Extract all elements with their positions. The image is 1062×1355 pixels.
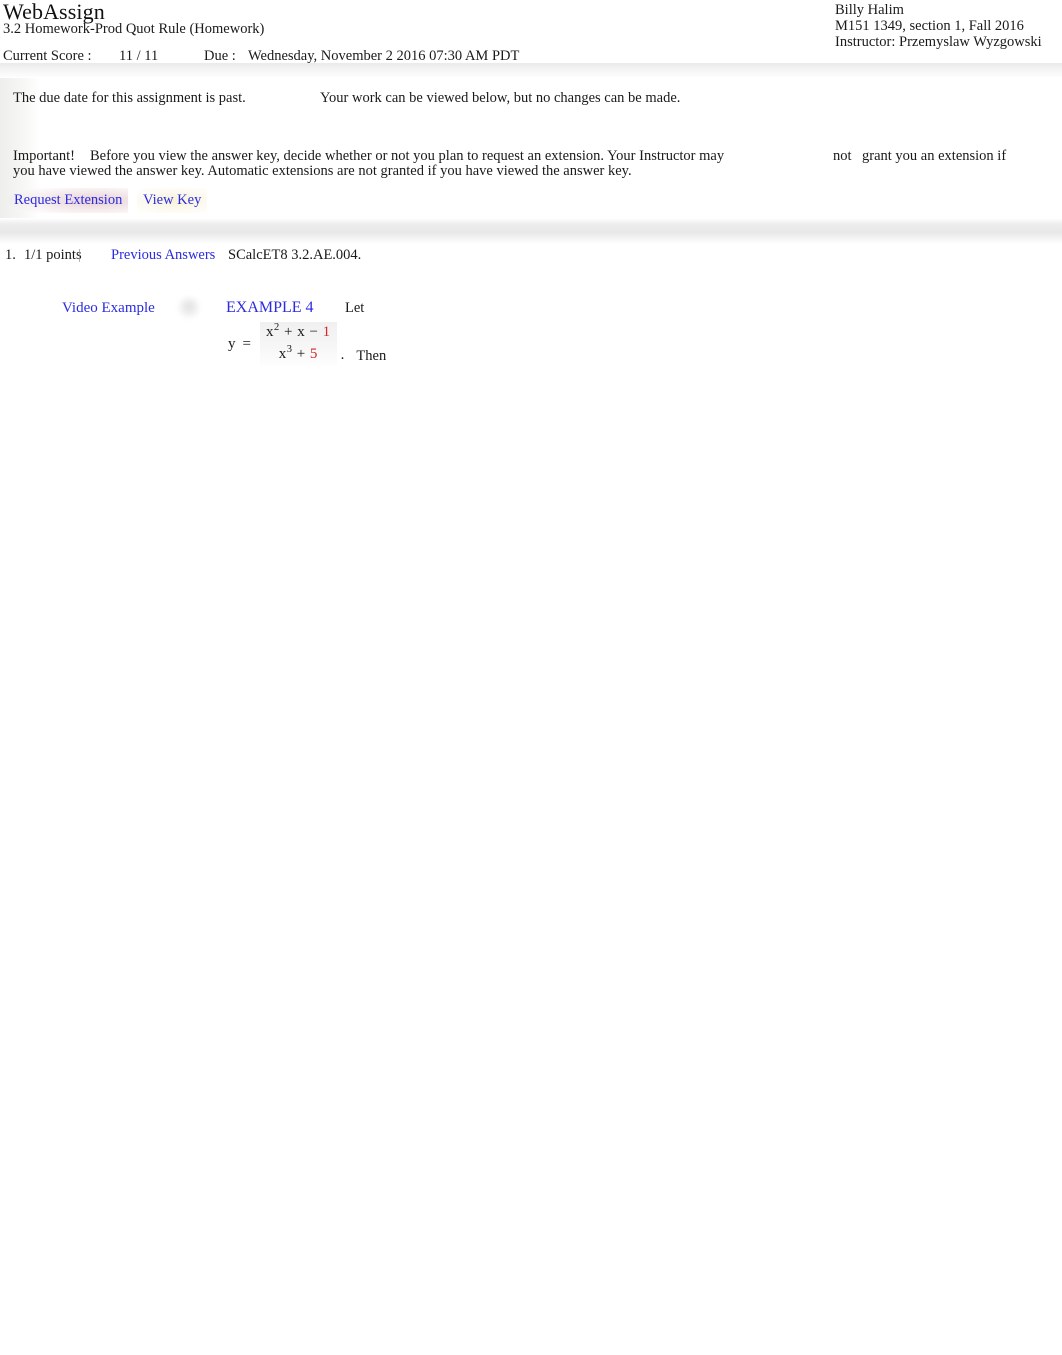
video-play-icon[interactable] bbox=[178, 297, 200, 319]
denominator-exponent: 3 bbox=[286, 344, 293, 355]
request-extension-button[interactable]: Request Extension bbox=[8, 188, 129, 213]
example-let-text: Let bbox=[345, 300, 365, 316]
question-header-row: 1. 1/1 points | Previous Answers SCalcET… bbox=[0, 245, 1062, 267]
example-then-text: Then bbox=[356, 348, 387, 364]
notice-important-text-part-b: grant you an extension if bbox=[862, 148, 1007, 164]
notice-important-not-emphasis: not bbox=[833, 148, 852, 164]
question-points: 1/1 points bbox=[24, 247, 82, 263]
equation-equals-sign: = bbox=[242, 336, 251, 352]
equation-denominator: x3 + 5 bbox=[279, 343, 318, 364]
video-example-link[interactable]: Video Example bbox=[62, 298, 155, 318]
notice-important-text-line2: you have viewed the answer key. Automati… bbox=[13, 163, 632, 179]
equation-numerator: x2 + x − 1 bbox=[265, 322, 331, 343]
question-number: 1. bbox=[5, 247, 16, 263]
numerator-exponent: 2 bbox=[273, 322, 280, 333]
denominator-constant: 5 bbox=[309, 346, 318, 362]
numerator-constant: 1 bbox=[322, 324, 331, 340]
student-name: Billy Halim bbox=[835, 2, 904, 18]
example-heading: EXAMPLE 4 bbox=[226, 299, 314, 316]
example-content-block: Video Example EXAMPLE 4 Let y = x2 + x −… bbox=[0, 292, 700, 382]
notice-view-only-text: Your work can be viewed below, but no ch… bbox=[320, 90, 681, 106]
question-separator: | bbox=[78, 247, 81, 263]
view-key-button[interactable]: View Key bbox=[137, 188, 208, 213]
previous-answers-link[interactable]: Previous Answers bbox=[111, 245, 215, 265]
assignment-title: 3.2 Homework-Prod Quot Rule (Homework) bbox=[3, 21, 265, 37]
notice-past-due-text: The due date for this assignment is past… bbox=[13, 90, 246, 106]
numerator-base-term: x bbox=[265, 324, 274, 340]
denominator-base-term: x bbox=[278, 346, 287, 362]
student-info-block: Billy Halim M151 1349, section 1, Fall 2… bbox=[835, 2, 1042, 51]
assignment-action-bar: Request Extension View Key bbox=[0, 185, 400, 219]
numerator-operator-2: − bbox=[309, 324, 319, 340]
equation-fraction: x2 + x − 1 x3 + 5 bbox=[259, 322, 337, 366]
equation-trailing-period: . bbox=[340, 347, 345, 363]
equation-display: y = x2 + x − 1 x3 + 5 . Then bbox=[228, 320, 386, 368]
numerator-second-term: x bbox=[297, 324, 306, 340]
question-bank-code: SCalcET8 3.2.AE.004. bbox=[228, 247, 362, 263]
numerator-operator-1: + bbox=[283, 324, 293, 340]
header-divider bbox=[0, 63, 1062, 77]
denominator-operator: + bbox=[296, 346, 306, 362]
section-divider bbox=[0, 218, 1062, 244]
course-section: M151 1349, section 1, Fall 2016 bbox=[835, 18, 1024, 35]
equation-left-side: y bbox=[228, 336, 236, 352]
